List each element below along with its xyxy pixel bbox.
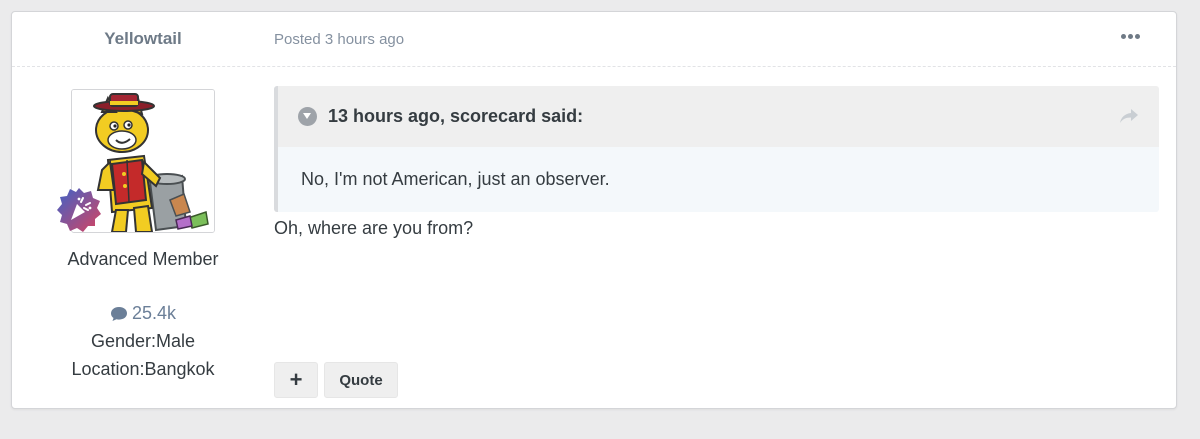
quote-block: 13 hours ago, scorecard said: No, I'm no… (274, 86, 1159, 212)
quote-body: No, I'm not American, just an observer. (278, 147, 1159, 212)
post-timestamp: Posted 3 hours ago (274, 31, 405, 48)
quote-header: 13 hours ago, scorecard said: (278, 86, 1159, 147)
post-header: Yellowtail Posted 3 hours ago (12, 12, 1176, 67)
plus-button[interactable]: + (274, 362, 318, 398)
comment-bubble-icon (110, 306, 127, 321)
more-options-icon[interactable] (1121, 34, 1140, 39)
post-text: Oh, where are you from? (274, 218, 474, 238)
post-count-value: 25.4k (131, 303, 177, 323)
quote-button[interactable]: Quote (324, 362, 398, 398)
celebration-badge-icon[interactable] (55, 186, 103, 234)
author-name-link[interactable]: Yellowtail (12, 29, 274, 49)
member-title: Advanced Member (67, 249, 219, 269)
location-field: Location:Bangkok (71, 359, 215, 379)
quote-citation: 13 hours ago, scorecard said: (328, 106, 584, 126)
gender-field: Gender:Male (90, 331, 196, 351)
forum-post: Yellowtail Posted 3 hours ago Advanced M… (11, 11, 1177, 409)
share-arrow-icon[interactable] (1119, 108, 1139, 129)
chevron-down-icon[interactable] (298, 107, 317, 126)
post-count[interactable]: 25.4k (12, 303, 274, 324)
quote-text: No, I'm not American, just an observer. (301, 169, 610, 189)
